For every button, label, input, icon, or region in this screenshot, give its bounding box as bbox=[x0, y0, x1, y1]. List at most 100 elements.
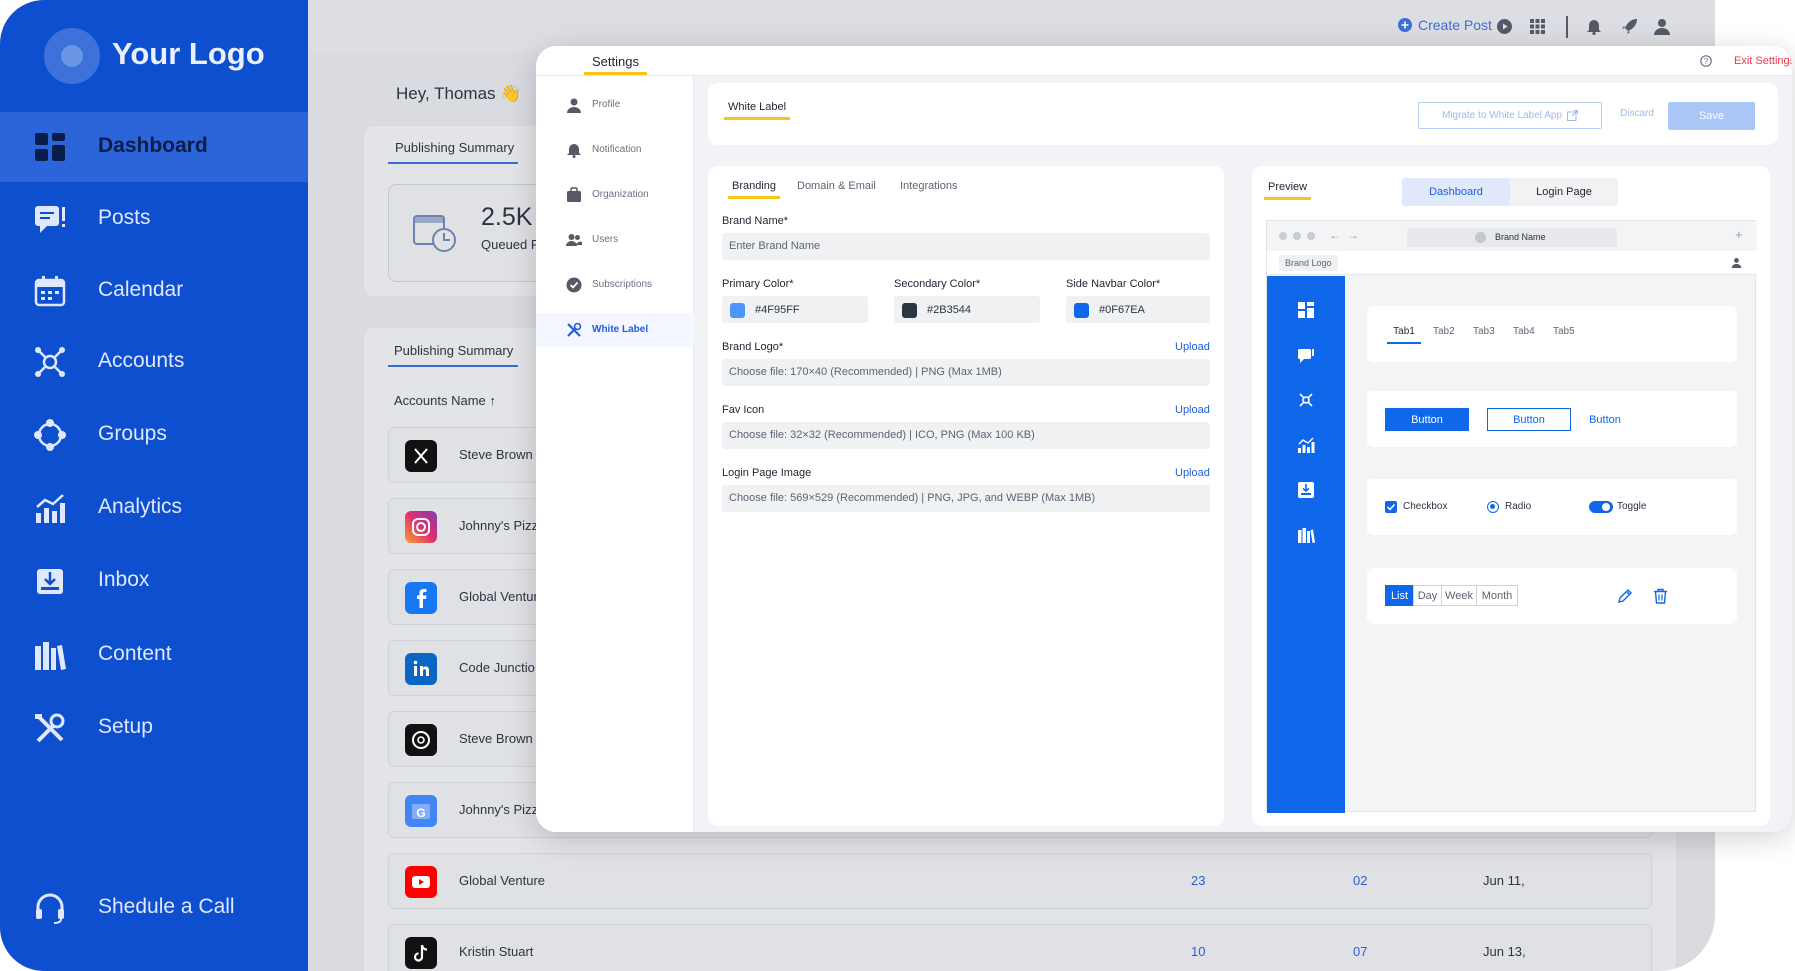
preview-toggle-login-page[interactable]: Login Page bbox=[1510, 178, 1618, 206]
sidebar-item-groups[interactable]: Groups bbox=[0, 400, 308, 470]
back-arrow-icon: ← bbox=[1329, 228, 1341, 242]
settings-header: Settings ? Exit Settings bbox=[536, 46, 1792, 76]
trash-icon[interactable] bbox=[1653, 588, 1668, 604]
help-icon[interactable]: ? bbox=[1700, 55, 1712, 67]
preview-controls-card: Checkbox Radio Toggle bbox=[1367, 479, 1737, 535]
preview-checkbox[interactable] bbox=[1385, 501, 1397, 513]
favicon-placeholder bbox=[1475, 232, 1486, 243]
tab-publishing-summary[interactable]: Publishing Summary bbox=[388, 140, 518, 164]
segment-month[interactable]: Month bbox=[1476, 585, 1518, 606]
sidebar-item-calendar[interactable]: Calendar bbox=[0, 256, 308, 326]
sidebar-item-label: Setup bbox=[98, 715, 153, 738]
preview-tab-2[interactable]: Tab2 bbox=[1433, 326, 1455, 337]
secondary-color-input[interactable]: #2B3544 bbox=[894, 296, 1040, 323]
preview-brand-logo: Brand Logo bbox=[1279, 255, 1338, 271]
youtube-icon bbox=[405, 866, 437, 898]
exit-settings-link[interactable]: Exit Settings bbox=[1734, 55, 1792, 67]
svg-text:G: G bbox=[416, 806, 425, 820]
sidebar-item-inbox[interactable]: Inbox bbox=[0, 546, 308, 616]
preview-toggle-dashboard[interactable]: Dashboard bbox=[1402, 178, 1510, 206]
table-row[interactable]: Kristin Stuart 10 07 Jun 13, bbox=[388, 924, 1652, 971]
settings-title: Settings bbox=[584, 54, 647, 75]
side-navbar-color-swatch[interactable] bbox=[1074, 303, 1089, 318]
check-circle-icon bbox=[566, 277, 582, 293]
preview-primary-button[interactable]: Button bbox=[1385, 408, 1469, 431]
subtab-integrations[interactable]: Integrations bbox=[900, 180, 957, 192]
secondary-color-swatch[interactable] bbox=[902, 303, 917, 318]
settings-item-profile[interactable]: Profile bbox=[536, 88, 694, 122]
settings-item-subscriptions[interactable]: Subscriptions bbox=[536, 268, 694, 302]
dashboard-icon bbox=[35, 133, 65, 161]
preview-toggle[interactable] bbox=[1589, 501, 1613, 513]
subtab-domain-email[interactable]: Domain & Email bbox=[797, 180, 876, 192]
calendar-icon bbox=[34, 276, 66, 307]
preview-tab-5[interactable]: Tab5 bbox=[1553, 326, 1575, 337]
schedule-call-label: Shedule a Call bbox=[98, 895, 235, 918]
preview-outline-button[interactable]: Button bbox=[1487, 408, 1571, 431]
save-button[interactable]: Save bbox=[1668, 102, 1755, 130]
user-icon[interactable] bbox=[1654, 18, 1670, 35]
user-icon bbox=[567, 98, 581, 113]
fav-icon-file-input[interactable]: Choose file: 32×32 (Recommended) | ICO, … bbox=[722, 422, 1210, 449]
preview-tab-4[interactable]: Tab4 bbox=[1513, 326, 1535, 337]
tab-publishing-summary-2[interactable]: Publishing Summary bbox=[388, 343, 518, 367]
threads-icon bbox=[405, 724, 437, 756]
sidebar-item-analytics[interactable]: Analytics bbox=[0, 473, 308, 543]
external-link-icon bbox=[1567, 110, 1579, 121]
side-navbar-color-label: Side Navbar Color* bbox=[1066, 278, 1161, 290]
preview-tab-1[interactable]: Tab1 bbox=[1387, 326, 1421, 344]
sidebar-item-accounts[interactable]: Accounts bbox=[0, 327, 308, 397]
preview-segmented-control: List Day Week Month bbox=[1385, 585, 1519, 606]
preview-radio[interactable] bbox=[1487, 501, 1499, 513]
queued-label: Queued P bbox=[481, 237, 540, 252]
accounts-name-header[interactable]: Accounts Name ↑ bbox=[394, 393, 496, 408]
analytics-icon bbox=[36, 494, 65, 523]
sidebar-item-setup[interactable]: Setup bbox=[0, 693, 308, 763]
sidebar-item-dashboard[interactable]: Dashboard bbox=[0, 112, 308, 182]
white-label-header-card: White Label Migrate to White Label App D… bbox=[708, 83, 1778, 145]
subtab-branding[interactable]: Branding bbox=[728, 180, 781, 199]
bell-icon[interactable] bbox=[1586, 18, 1602, 35]
settings-item-organization[interactable]: Organization bbox=[536, 178, 694, 212]
settings-item-white-label[interactable]: White Label bbox=[536, 313, 694, 347]
preview-tab-3[interactable]: Tab3 bbox=[1473, 326, 1495, 337]
new-tab-icon: + bbox=[1735, 227, 1743, 242]
edit-pencil-icon[interactable] bbox=[1617, 588, 1633, 604]
posts-icon bbox=[1298, 349, 1314, 363]
user-icon bbox=[1731, 258, 1742, 268]
sidebar-item-label: Groups bbox=[98, 422, 167, 445]
sidebar-item-label: Posts bbox=[98, 206, 151, 229]
primary-color-swatch[interactable] bbox=[730, 303, 745, 318]
segment-week[interactable]: Week bbox=[1441, 585, 1477, 606]
instagram-icon bbox=[405, 511, 437, 543]
brand-logo-upload-link[interactable]: Upload bbox=[1175, 341, 1210, 353]
brand-name-input[interactable]: Enter Brand Name bbox=[722, 233, 1210, 260]
brand-logo-file-input[interactable]: Choose file: 170×40 (Recommended) | PNG … bbox=[722, 359, 1210, 386]
side-navbar-color-input[interactable]: #0F67EA bbox=[1066, 296, 1210, 323]
settings-item-notification[interactable]: Notification bbox=[536, 133, 694, 167]
wave-icon: 👋 bbox=[500, 84, 522, 103]
login-page-image-file-input[interactable]: Choose file: 569×529 (Recommended) | PNG… bbox=[722, 485, 1210, 512]
login-page-image-upload-link[interactable]: Upload bbox=[1175, 467, 1210, 479]
sidebar-item-posts[interactable]: Posts bbox=[0, 184, 308, 254]
play-icon[interactable] bbox=[1497, 19, 1512, 34]
preview-text-button[interactable]: Button bbox=[1581, 408, 1629, 431]
logo-icon bbox=[44, 28, 100, 84]
brand-logo-label: Brand Logo* bbox=[722, 341, 784, 353]
schedule-call-button[interactable]: Shedule a Call bbox=[0, 873, 308, 943]
discard-button[interactable]: Discard bbox=[1620, 108, 1654, 119]
sidebar-item-content[interactable]: Content bbox=[0, 620, 308, 690]
google-business-icon: G bbox=[405, 795, 437, 827]
table-row[interactable]: Global Venture 23 02 Jun 11, bbox=[388, 853, 1652, 909]
create-post-button[interactable]: Create Post bbox=[1398, 17, 1492, 33]
migrate-button[interactable]: Migrate to White Label App bbox=[1418, 102, 1602, 129]
analytics-icon bbox=[1298, 437, 1315, 453]
segment-list[interactable]: List bbox=[1385, 585, 1414, 606]
settings-item-users[interactable]: Users bbox=[536, 223, 694, 257]
tab-white-label[interactable]: White Label bbox=[724, 101, 791, 120]
primary-color-input[interactable]: #4F95FF bbox=[722, 296, 868, 323]
apps-grid-icon[interactable] bbox=[1530, 19, 1545, 34]
segment-day[interactable]: Day bbox=[1413, 585, 1442, 606]
fav-icon-upload-link[interactable]: Upload bbox=[1175, 404, 1210, 416]
rocket-icon[interactable] bbox=[1621, 18, 1638, 35]
